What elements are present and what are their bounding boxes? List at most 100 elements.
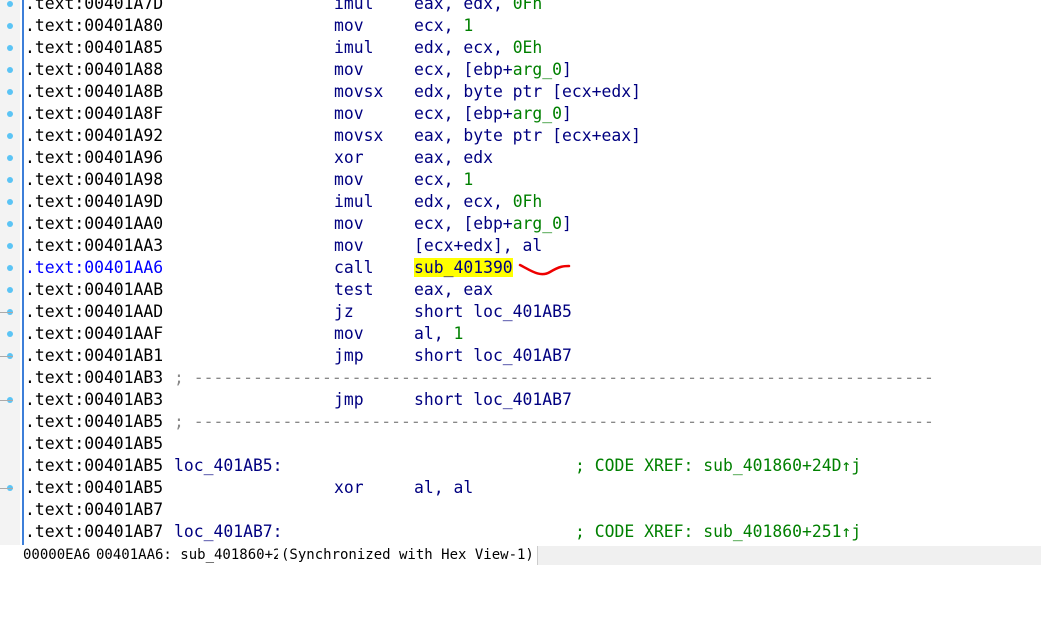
operands[interactable]: eax, edx, 0Fh (414, 0, 542, 15)
listing-row[interactable]: .text:00401A9D imul edx, ecx, 0Fh (0, 191, 1041, 213)
operand-part[interactable]: al, (414, 324, 453, 343)
mnemonic[interactable]: mov (334, 59, 364, 81)
breakpoint-dot-icon[interactable] (7, 89, 13, 95)
mnemonic[interactable]: xor (334, 147, 364, 169)
operand-part[interactable]: 0Fh (513, 192, 543, 211)
mnemonic[interactable]: mov (334, 213, 364, 235)
breakpoint-dot-icon[interactable] (7, 243, 13, 249)
listing-row[interactable]: .text:00401AB7 (0, 499, 1041, 521)
mnemonic[interactable]: mov (334, 15, 364, 37)
breakpoint-dot-icon[interactable] (7, 133, 13, 139)
address[interactable]: .text:00401AB3 (25, 367, 163, 389)
address[interactable]: .text:00401AB5 (25, 477, 163, 499)
address[interactable]: .text:00401AA0 (25, 213, 163, 235)
breakpoint-dot-icon[interactable] (7, 265, 13, 271)
address[interactable]: .text:00401AB3 (25, 389, 163, 411)
listing-row[interactable]: .text:00401AA3 mov [ecx+edx], al (0, 235, 1041, 257)
mnemonic[interactable]: call (334, 257, 373, 279)
breakpoint-dot-icon[interactable] (7, 155, 13, 161)
xref-comment[interactable]: ; CODE XREF: sub_401860+24D↑j (575, 455, 861, 477)
breakpoint-dot-icon[interactable] (7, 331, 13, 337)
operand-part[interactable]: ecx, (414, 170, 463, 189)
address[interactable]: .text:00401AA6 (25, 257, 163, 279)
operands[interactable]: eax, eax (414, 279, 493, 301)
listing-row[interactable]: .text:00401AB5 (0, 433, 1041, 455)
address[interactable]: .text:00401AAB (25, 279, 163, 301)
address[interactable]: .text:00401A80 (25, 15, 163, 37)
operand-part[interactable]: arg_0 (513, 104, 562, 123)
operands[interactable]: sub_401390 (414, 257, 513, 279)
operands[interactable]: ecx, [ebp+arg_0] (414, 103, 572, 125)
operand-part[interactable]: ] (562, 104, 572, 123)
operand-part[interactable]: ecx, [ebp+ (414, 214, 513, 233)
listing-row[interactable]: .text:00401A8F mov ecx, [ebp+arg_0] (0, 103, 1041, 125)
address[interactable]: .text:00401A92 (25, 125, 163, 147)
listing-row[interactable]: .text:00401AB5 loc_401AB5: ; CODE XREF: su… (0, 455, 1041, 477)
operand-part[interactable]: ] (562, 214, 572, 233)
operand-part[interactable]: 0Fh (513, 0, 543, 13)
mnemonic[interactable]: imul (334, 0, 373, 15)
operands[interactable]: ecx, [ebp+arg_0] (414, 59, 572, 81)
operand-part[interactable]: 0Eh (513, 38, 543, 57)
listing-row[interactable]: .text:00401A7D imul eax, edx, 0Fh (0, 0, 1041, 15)
address[interactable]: .text:00401A8F (25, 103, 163, 125)
operand-part[interactable]: edx, ecx, (414, 38, 513, 57)
breakpoint-dot-icon[interactable] (7, 45, 13, 51)
listing-row[interactable]: .text:00401AB3 ; ------------------------… (0, 367, 1041, 389)
operand-part[interactable]: short loc_401AB5 (414, 302, 572, 321)
listing-row[interactable]: .text:00401AAF mov al, 1 (0, 323, 1041, 345)
listing-row[interactable]: .text:00401A92 movsx eax, byte ptr [ecx+ea… (0, 125, 1041, 147)
address[interactable]: .text:00401A8B (25, 81, 163, 103)
operands[interactable]: ecx, 1 (414, 15, 473, 37)
operand-part[interactable]: eax, eax (414, 280, 493, 299)
listing-row[interactable]: .text:00401A85 imul edx, ecx, 0Eh (0, 37, 1041, 59)
address[interactable]: .text:00401A98 (25, 169, 163, 191)
address[interactable]: .text:00401AA3 (25, 235, 163, 257)
address[interactable]: .text:00401AB1 (25, 345, 163, 367)
address[interactable]: .text:00401A85 (25, 37, 163, 59)
operand-part[interactable]: 1 (463, 16, 473, 35)
code-label[interactable]: loc_401AB7: (174, 521, 283, 543)
operands[interactable]: ecx, 1 (414, 169, 473, 191)
breakpoint-dot-icon[interactable] (7, 199, 13, 205)
listing-row[interactable]: .text:00401AB3 jmp short loc_401AB7 (0, 389, 1041, 411)
address[interactable]: .text:00401A9D (25, 191, 163, 213)
operands[interactable]: edx, ecx, 0Fh (414, 191, 542, 213)
breakpoint-dot-icon[interactable] (7, 111, 13, 117)
operand-part[interactable]: [ecx+edx], al (414, 236, 542, 255)
mnemonic[interactable]: movsx (334, 81, 383, 103)
operand-part[interactable]: short loc_401AB7 (414, 390, 572, 409)
operands[interactable]: short loc_401AB5 (414, 301, 572, 323)
mnemonic[interactable]: imul (334, 191, 373, 213)
operands[interactable]: al, al (414, 477, 473, 499)
mnemonic[interactable]: test (334, 279, 373, 301)
listing-row[interactable]: .text:00401AAB test eax, eax (0, 279, 1041, 301)
operand-part[interactable]: ] (562, 60, 572, 79)
operand-part[interactable]: eax, edx, (414, 0, 513, 13)
operand-part[interactable]: short loc_401AB7 (414, 346, 572, 365)
operands[interactable]: short loc_401AB7 (414, 389, 572, 411)
listing-row[interactable]: .text:00401A98 mov ecx, 1 (0, 169, 1041, 191)
operands[interactable]: ecx, [ebp+arg_0] (414, 213, 572, 235)
listing-row[interactable]: .text:00401AB1 jmp short loc_401AB7 (0, 345, 1041, 367)
operand-part[interactable]: arg_0 (513, 60, 562, 79)
mnemonic[interactable]: jmp (334, 345, 364, 367)
address[interactable]: .text:00401AB7 (25, 499, 163, 521)
operands[interactable]: al, 1 (414, 323, 463, 345)
mnemonic[interactable]: mov (334, 169, 364, 191)
address[interactable]: .text:00401A7D (25, 0, 163, 15)
listing-row[interactable]: .text:00401AB7 loc_401AB7: ; CODE XREF: su… (0, 521, 1041, 543)
operand-part[interactable]: edx, ecx, (414, 192, 513, 211)
breakpoint-dot-icon[interactable] (7, 287, 13, 293)
highlighted-operand[interactable]: sub_401390 (414, 258, 513, 277)
mnemonic[interactable]: imul (334, 37, 373, 59)
address[interactable]: .text:00401AAD (25, 301, 163, 323)
operand-part[interactable]: ecx, [ebp+ (414, 104, 513, 123)
listing-row[interactable]: .text:00401AB5 xor al, al (0, 477, 1041, 499)
mnemonic[interactable]: mov (334, 235, 364, 257)
listing-row[interactable]: .text:00401A80 mov ecx, 1 (0, 15, 1041, 37)
operand-part[interactable]: 1 (453, 324, 463, 343)
breakpoint-dot-icon[interactable] (7, 221, 13, 227)
address[interactable]: .text:00401AB7 (25, 521, 163, 543)
breakpoint-dot-icon[interactable] (7, 23, 13, 29)
